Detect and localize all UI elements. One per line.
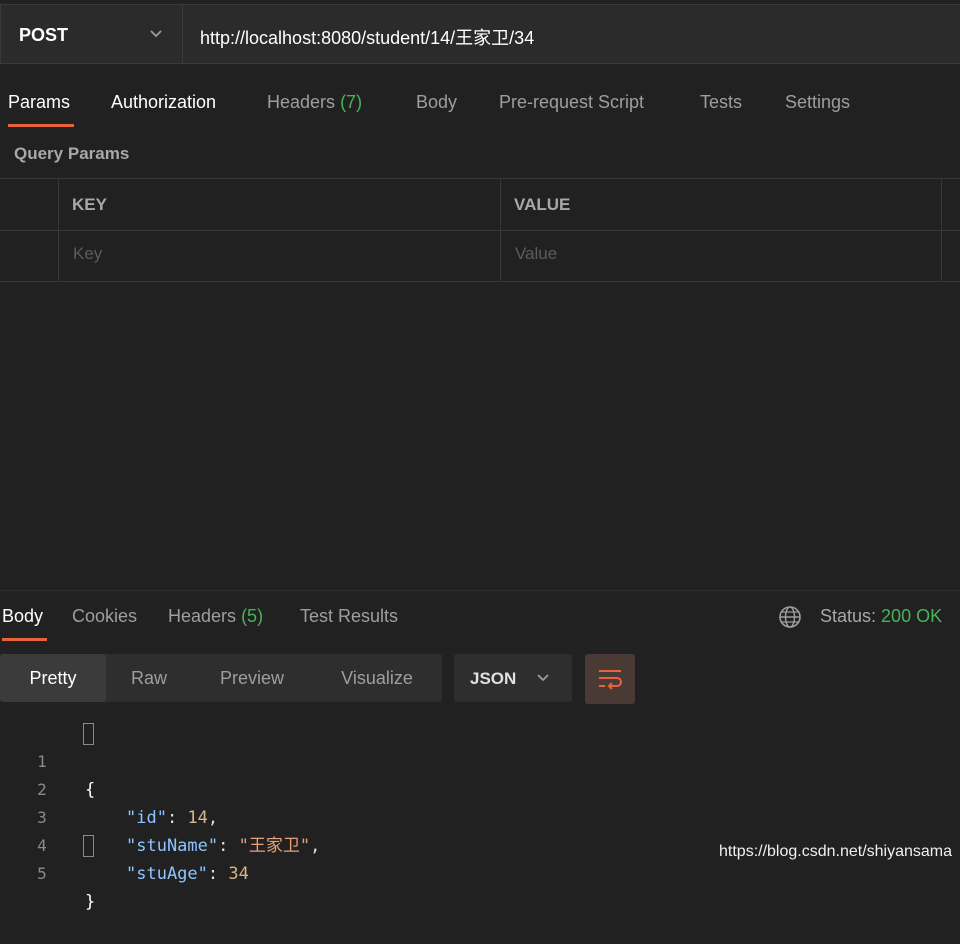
- active-tab-indicator: [8, 124, 74, 127]
- table-column-divider: [500, 178, 501, 282]
- headers-count-badge: (7): [340, 92, 363, 112]
- code-entry: "id": 14,: [126, 808, 219, 828]
- json-key: "stuName": [126, 836, 219, 856]
- view-preview-button[interactable]: Preview: [192, 654, 312, 702]
- json-key: "id": [126, 808, 167, 828]
- status-label: Status:: [820, 606, 877, 626]
- code-line: 1 {: [0, 720, 95, 800]
- watermark: https://blog.csdn.net/shiyansama: [719, 843, 953, 860]
- view-mode-bar: Pretty Raw Preview Visualize: [0, 654, 442, 702]
- response-tabs: Body Cookies Headers (5) Test Results: [0, 600, 960, 644]
- line-number: 5: [37, 864, 47, 883]
- response-tab-headers[interactable]: Headers (5): [168, 606, 263, 627]
- response-tab-test-results[interactable]: Test Results: [300, 606, 398, 627]
- chevron-down-icon: [537, 674, 549, 682]
- code-line: 2 "id": 14,: [0, 748, 218, 828]
- code-line: 5 }: [0, 832, 95, 912]
- active-response-tab-indicator: [2, 638, 47, 641]
- tab-settings[interactable]: Settings: [785, 92, 850, 113]
- request-url-bar: POST http://localhost:8080/student/14/王家…: [0, 0, 960, 66]
- query-params-table: KEY VALUE Key Value: [0, 178, 960, 282]
- response-divider: [0, 590, 960, 591]
- url-input[interactable]: http://localhost:8080/student/14/王家卫/34: [182, 4, 960, 64]
- tab-authorization[interactable]: Authorization: [111, 92, 216, 113]
- value-input[interactable]: Value: [515, 244, 557, 264]
- method-label: POST: [19, 25, 69, 45]
- table-divider: [0, 178, 960, 179]
- code-open-brace: {: [85, 780, 96, 800]
- json-value: 14: [187, 808, 208, 828]
- table-divider: [0, 281, 960, 282]
- wrap-lines-button[interactable]: [585, 654, 635, 704]
- wrap-lines-icon: [599, 670, 622, 690]
- code-line: 4 "stuAge": 34: [0, 804, 249, 884]
- json-value: 34: [228, 864, 249, 884]
- table-divider: [0, 230, 960, 231]
- code-close-brace: }: [85, 892, 96, 912]
- chevron-down-icon: [150, 30, 162, 38]
- code-entry: "stuAge": 34: [126, 864, 249, 884]
- key-input[interactable]: Key: [73, 244, 102, 264]
- code-entry: "stuName": "王家卫",: [126, 836, 321, 856]
- request-tabs: Params Authorization Headers (7) Body Pr…: [0, 86, 960, 130]
- query-params-title: Query Params: [14, 144, 130, 163]
- view-pretty-button[interactable]: Pretty: [0, 654, 106, 702]
- response-headers-count-badge: (5): [241, 606, 264, 626]
- view-raw-button[interactable]: Raw: [106, 654, 192, 702]
- view-visualize-button[interactable]: Visualize: [312, 654, 442, 702]
- status-value: 200 OK: [881, 606, 943, 626]
- method-select[interactable]: POST: [0, 4, 182, 64]
- brace-match-highlight: [83, 835, 94, 857]
- format-label: JSON: [470, 669, 517, 688]
- table-column-divider: [941, 178, 942, 282]
- globe-icon[interactable]: [778, 605, 802, 629]
- json-value: "王家卫": [238, 836, 311, 856]
- tab-body[interactable]: Body: [416, 92, 457, 113]
- response-tab-body[interactable]: Body: [2, 606, 43, 627]
- column-header-key: KEY: [72, 195, 107, 214]
- json-key: "stuAge": [126, 864, 208, 884]
- url-text: http://localhost:8080/student/14/王家卫/34: [200, 28, 535, 48]
- tab-tests[interactable]: Tests: [700, 92, 742, 113]
- tab-headers[interactable]: Headers (7): [267, 92, 362, 113]
- brace-match-highlight: [83, 723, 94, 745]
- tab-params[interactable]: Params: [8, 92, 70, 113]
- response-tab-headers-label: Headers: [168, 606, 237, 626]
- format-select[interactable]: JSON: [454, 654, 572, 702]
- response-status: Status: 200 OK: [820, 606, 942, 627]
- response-tab-cookies[interactable]: Cookies: [72, 606, 137, 627]
- column-header-value: VALUE: [514, 195, 571, 214]
- code-line: 3 "stuName": "王家卫",: [0, 776, 320, 856]
- table-column-divider: [58, 178, 59, 282]
- tab-headers-label: Headers: [267, 92, 336, 112]
- tab-pre-request-script[interactable]: Pre-request Script: [499, 92, 644, 113]
